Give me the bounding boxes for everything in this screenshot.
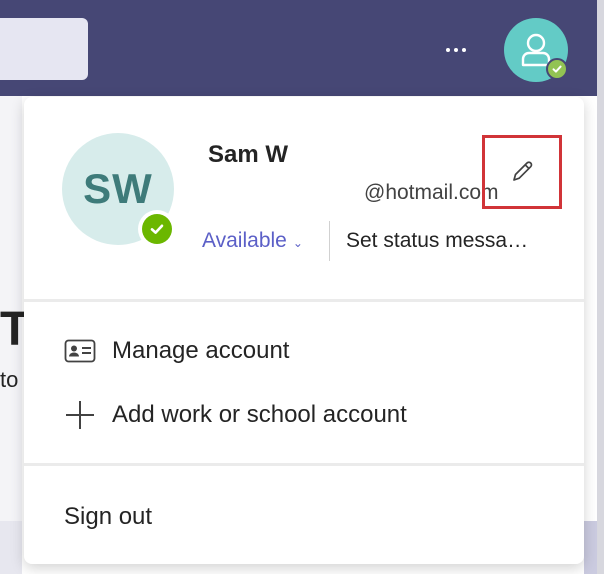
- divider: [24, 463, 584, 466]
- add-account-label: Add work or school account: [112, 401, 407, 428]
- chevron-down-icon: ⌄: [292, 236, 303, 250]
- avatar-initials: SW: [83, 165, 153, 212]
- presence-badge: [138, 210, 176, 248]
- window-edge: [597, 0, 604, 574]
- background-panel-right: [584, 521, 597, 574]
- background-panel: [0, 521, 22, 574]
- background-text: to: [0, 367, 19, 392]
- more-horizontal-icon: [446, 48, 450, 52]
- check-icon: [150, 224, 164, 234]
- manage-account-label: Manage account: [112, 337, 290, 364]
- top-bar: [0, 0, 597, 96]
- plus-icon: [66, 401, 94, 429]
- pencil-icon: [513, 161, 533, 181]
- sign-out-button[interactable]: Sign out: [64, 503, 152, 531]
- profile-name: Sam W: [208, 141, 289, 168]
- divider: [329, 221, 330, 261]
- profile-menu: SW Sam W @hotmail.com Available ⌄ Set st…: [24, 97, 584, 564]
- contact-card-icon: [64, 339, 96, 363]
- presence-badge: [546, 58, 568, 80]
- check-icon: [552, 65, 562, 73]
- search-input[interactable]: [0, 18, 88, 80]
- divider: [24, 299, 584, 302]
- manage-account-item[interactable]: Manage account: [64, 337, 289, 365]
- add-account-item[interactable]: Add work or school account: [64, 399, 407, 431]
- set-status-message-button[interactable]: Set status messa…: [346, 229, 528, 253]
- presence-dropdown[interactable]: Available ⌄: [202, 229, 303, 253]
- more-options-button[interactable]: [440, 36, 472, 64]
- presence-label: Available: [202, 229, 287, 252]
- edit-profile-button[interactable]: [482, 135, 562, 209]
- profile-email: @hotmail.com: [364, 181, 499, 204]
